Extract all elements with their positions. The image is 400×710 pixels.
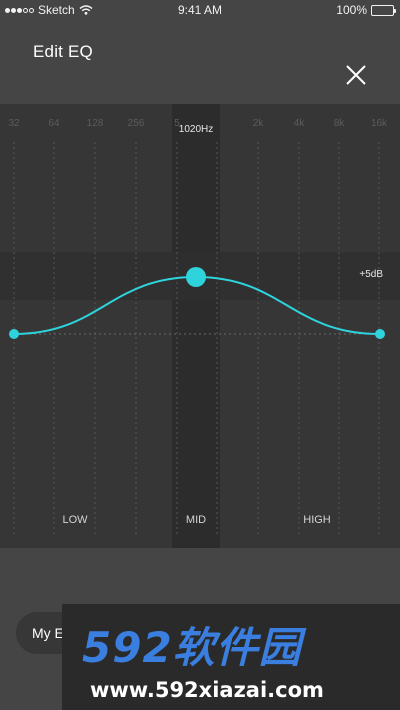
frequency-label: 8k [334, 118, 346, 129]
page-title: Edit EQ [33, 42, 93, 61]
close-button[interactable] [340, 60, 372, 92]
gain-readout: +5dB [359, 269, 383, 280]
preset-label: My E [32, 625, 64, 641]
battery-icon [371, 4, 396, 16]
band-label-low: LOW [62, 514, 88, 526]
bottom-area: My E 592软件园 www.592xiazai.com [0, 548, 400, 710]
status-right: 100% [336, 3, 396, 17]
battery-percent: 100% [336, 3, 367, 17]
eq-panel: 32 64 128 256 5 2k 4k 8k 16k 1020Hz +5dB LOW MID… [0, 104, 400, 548]
frequency-label: 256 [128, 118, 145, 129]
watermark-url: www.592xiazai.com [90, 678, 324, 702]
frequency-label: 4k [294, 118, 306, 129]
watermark-overlay: 592软件园 www.592xiazai.com [62, 604, 400, 710]
mid-band-handle[interactable] [186, 267, 206, 287]
high-band-handle[interactable] [375, 329, 385, 339]
status-bar: Sketch 9:41 AM 100% [0, 0, 400, 20]
eq-graph: 32 64 128 256 5 2k 4k 8k 16k 1020Hz +5dB LOW MID… [0, 104, 400, 548]
frequency-label: 32 [8, 118, 20, 129]
selected-frequency-label: 1020Hz [179, 124, 213, 135]
frequency-label: 2k [253, 118, 265, 129]
frequency-label: 128 [87, 118, 104, 129]
frequency-label: 16k [371, 118, 388, 129]
selected-band-column [172, 104, 220, 548]
band-label-high: HIGH [303, 514, 331, 526]
watermark-logo: 592软件园 [82, 623, 302, 672]
frequency-label: 64 [48, 118, 60, 129]
band-label-mid: MID [186, 514, 206, 526]
close-icon [346, 65, 366, 85]
header: Edit EQ [0, 20, 400, 104]
low-band-handle[interactable] [9, 329, 19, 339]
